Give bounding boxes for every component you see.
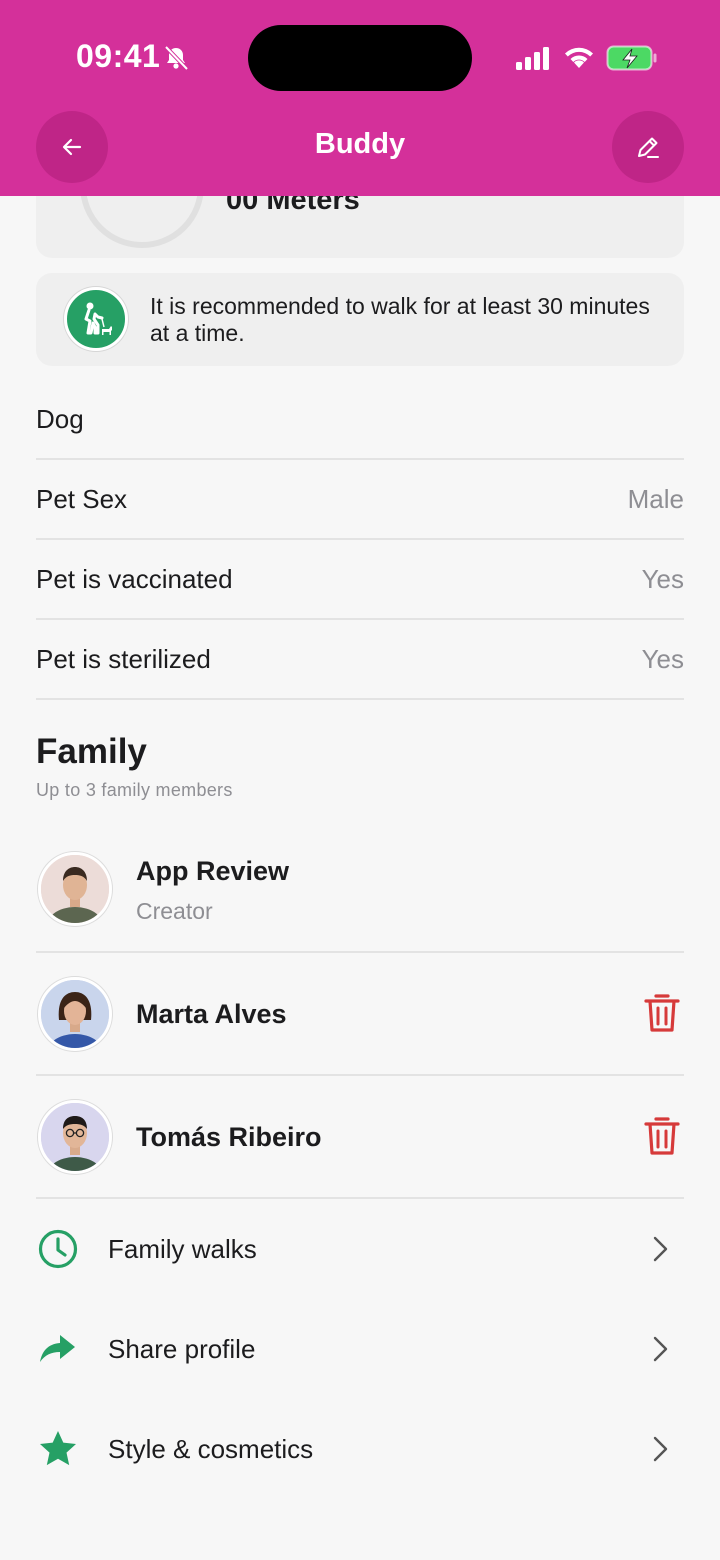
pet-sex-label: Pet Sex (36, 483, 128, 514)
species-label: Dog (36, 403, 84, 434)
battery-icon (606, 45, 657, 71)
edit-button[interactable] (612, 111, 684, 183)
family-member-row[interactable]: Marta Alves (36, 953, 684, 1076)
vaccinated-value: Yes (641, 563, 684, 594)
dynamic-island (248, 25, 472, 91)
avatar (38, 977, 112, 1051)
chevron-right-icon (653, 1236, 668, 1262)
family-title: Family (36, 732, 147, 771)
family-member-row[interactable]: Tomás Ribeiro (36, 1076, 684, 1199)
family-member-row[interactable]: App Review Creator (36, 830, 684, 953)
remove-member-button[interactable] (640, 1114, 684, 1158)
wifi-icon (565, 47, 593, 68)
member-name: Marta Alves (136, 999, 287, 1029)
pet-sex-row: Pet Sex Male (36, 460, 684, 540)
family-walks-label: Family walks (108, 1233, 257, 1264)
family-walks-item[interactable]: Family walks (36, 1209, 684, 1289)
member-role: Creator (136, 898, 213, 924)
family-subtitle: Up to 3 family members (36, 780, 233, 800)
signal-icon (516, 47, 549, 70)
status-time: 09:41 (76, 38, 161, 74)
walk-tip-card: It is recommended to walk for at least 3… (36, 273, 684, 366)
chevron-right-icon (653, 1336, 668, 1362)
style-cosmetics-label: Style & cosmetics (108, 1433, 314, 1464)
dog-walker-icon (64, 287, 128, 351)
sterilized-value: Yes (641, 643, 684, 674)
clock-icon (36, 1227, 80, 1271)
avatar (38, 1100, 112, 1174)
share-profile-label: Share profile (108, 1333, 256, 1364)
sterilized-row: Pet is sterilized Yes (36, 620, 684, 700)
walk-tip-text: It is recommended to walk for at least 3… (150, 293, 650, 346)
star-icon (36, 1427, 80, 1471)
sterilized-label: Pet is sterilized (36, 643, 211, 674)
bell-off-icon (164, 45, 189, 71)
share-arrow-icon (36, 1327, 80, 1371)
vaccinated-row: Pet is vaccinated Yes (36, 540, 684, 620)
avatar (38, 852, 112, 926)
member-name: Tomás Ribeiro (136, 1122, 322, 1152)
app-header: 09:41 Buddy (0, 0, 720, 196)
species-row: Dog (36, 380, 684, 460)
member-name: App Review (136, 856, 290, 886)
share-profile-item[interactable]: Share profile (36, 1309, 684, 1389)
pencil-icon (638, 137, 659, 158)
vaccinated-label: Pet is vaccinated (36, 563, 233, 594)
pet-sex-value: Male (627, 483, 684, 514)
chevron-right-icon (653, 1436, 668, 1462)
remove-member-button[interactable] (640, 991, 684, 1035)
trash-icon (644, 994, 680, 1032)
trash-icon (644, 1117, 680, 1155)
style-cosmetics-item[interactable]: Style & cosmetics (36, 1409, 684, 1489)
